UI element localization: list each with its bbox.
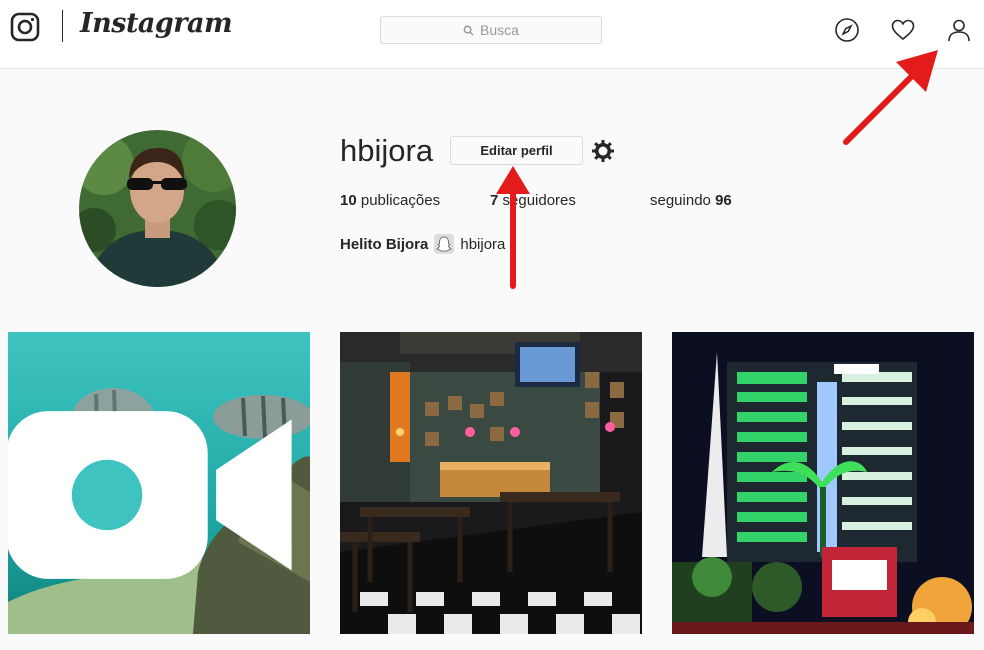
stat-posts[interactable]: 10 publicações	[340, 192, 440, 209]
followers-label: seguidores	[502, 192, 576, 209]
top-nav-bar: Instagram Busca	[0, 0, 984, 69]
profile-username: hbijora	[340, 133, 434, 168]
post-image-building	[672, 332, 974, 634]
search-placeholder: Busca	[480, 22, 519, 38]
heart-icon[interactable]	[890, 17, 916, 43]
search-icon	[463, 25, 474, 36]
following-label: seguindo	[650, 192, 711, 209]
search-input[interactable]: Busca	[380, 16, 602, 44]
profile-full-name: Helito Bijora	[340, 235, 429, 253]
posts-label: publicações	[360, 192, 441, 209]
post-image-bar	[340, 332, 642, 634]
edit-profile-button[interactable]: Editar perfil	[450, 136, 583, 165]
post-thumbnail[interactable]	[340, 332, 642, 634]
stat-followers[interactable]: 7 seguidores	[490, 192, 576, 209]
video-camera-icon	[8, 411, 292, 579]
avatar-photo	[79, 130, 236, 287]
snapchat-ghost-icon	[434, 234, 455, 254]
profile-user-icon[interactable]	[946, 17, 972, 43]
gear-icon[interactable]	[590, 138, 616, 164]
posts-count: 10	[340, 192, 357, 209]
snapchat-handle: hbijora	[460, 235, 506, 253]
profile-bio: Helito Bijora hbijora	[340, 234, 505, 254]
instagram-wordmark[interactable]: Instagram	[80, 8, 233, 39]
post-thumbnail[interactable]	[672, 332, 974, 634]
post-thumbnail[interactable]	[8, 332, 310, 634]
followers-count: 7	[490, 192, 499, 209]
explore-compass-icon[interactable]	[834, 17, 860, 43]
arrow-to-edit-button	[496, 166, 530, 289]
instagram-glyph-icon[interactable]	[10, 12, 40, 42]
nav-divider	[62, 10, 63, 42]
profile-avatar[interactable]	[79, 130, 236, 287]
stat-following[interactable]: seguindo 96	[650, 192, 732, 209]
following-count: 96	[715, 192, 732, 209]
